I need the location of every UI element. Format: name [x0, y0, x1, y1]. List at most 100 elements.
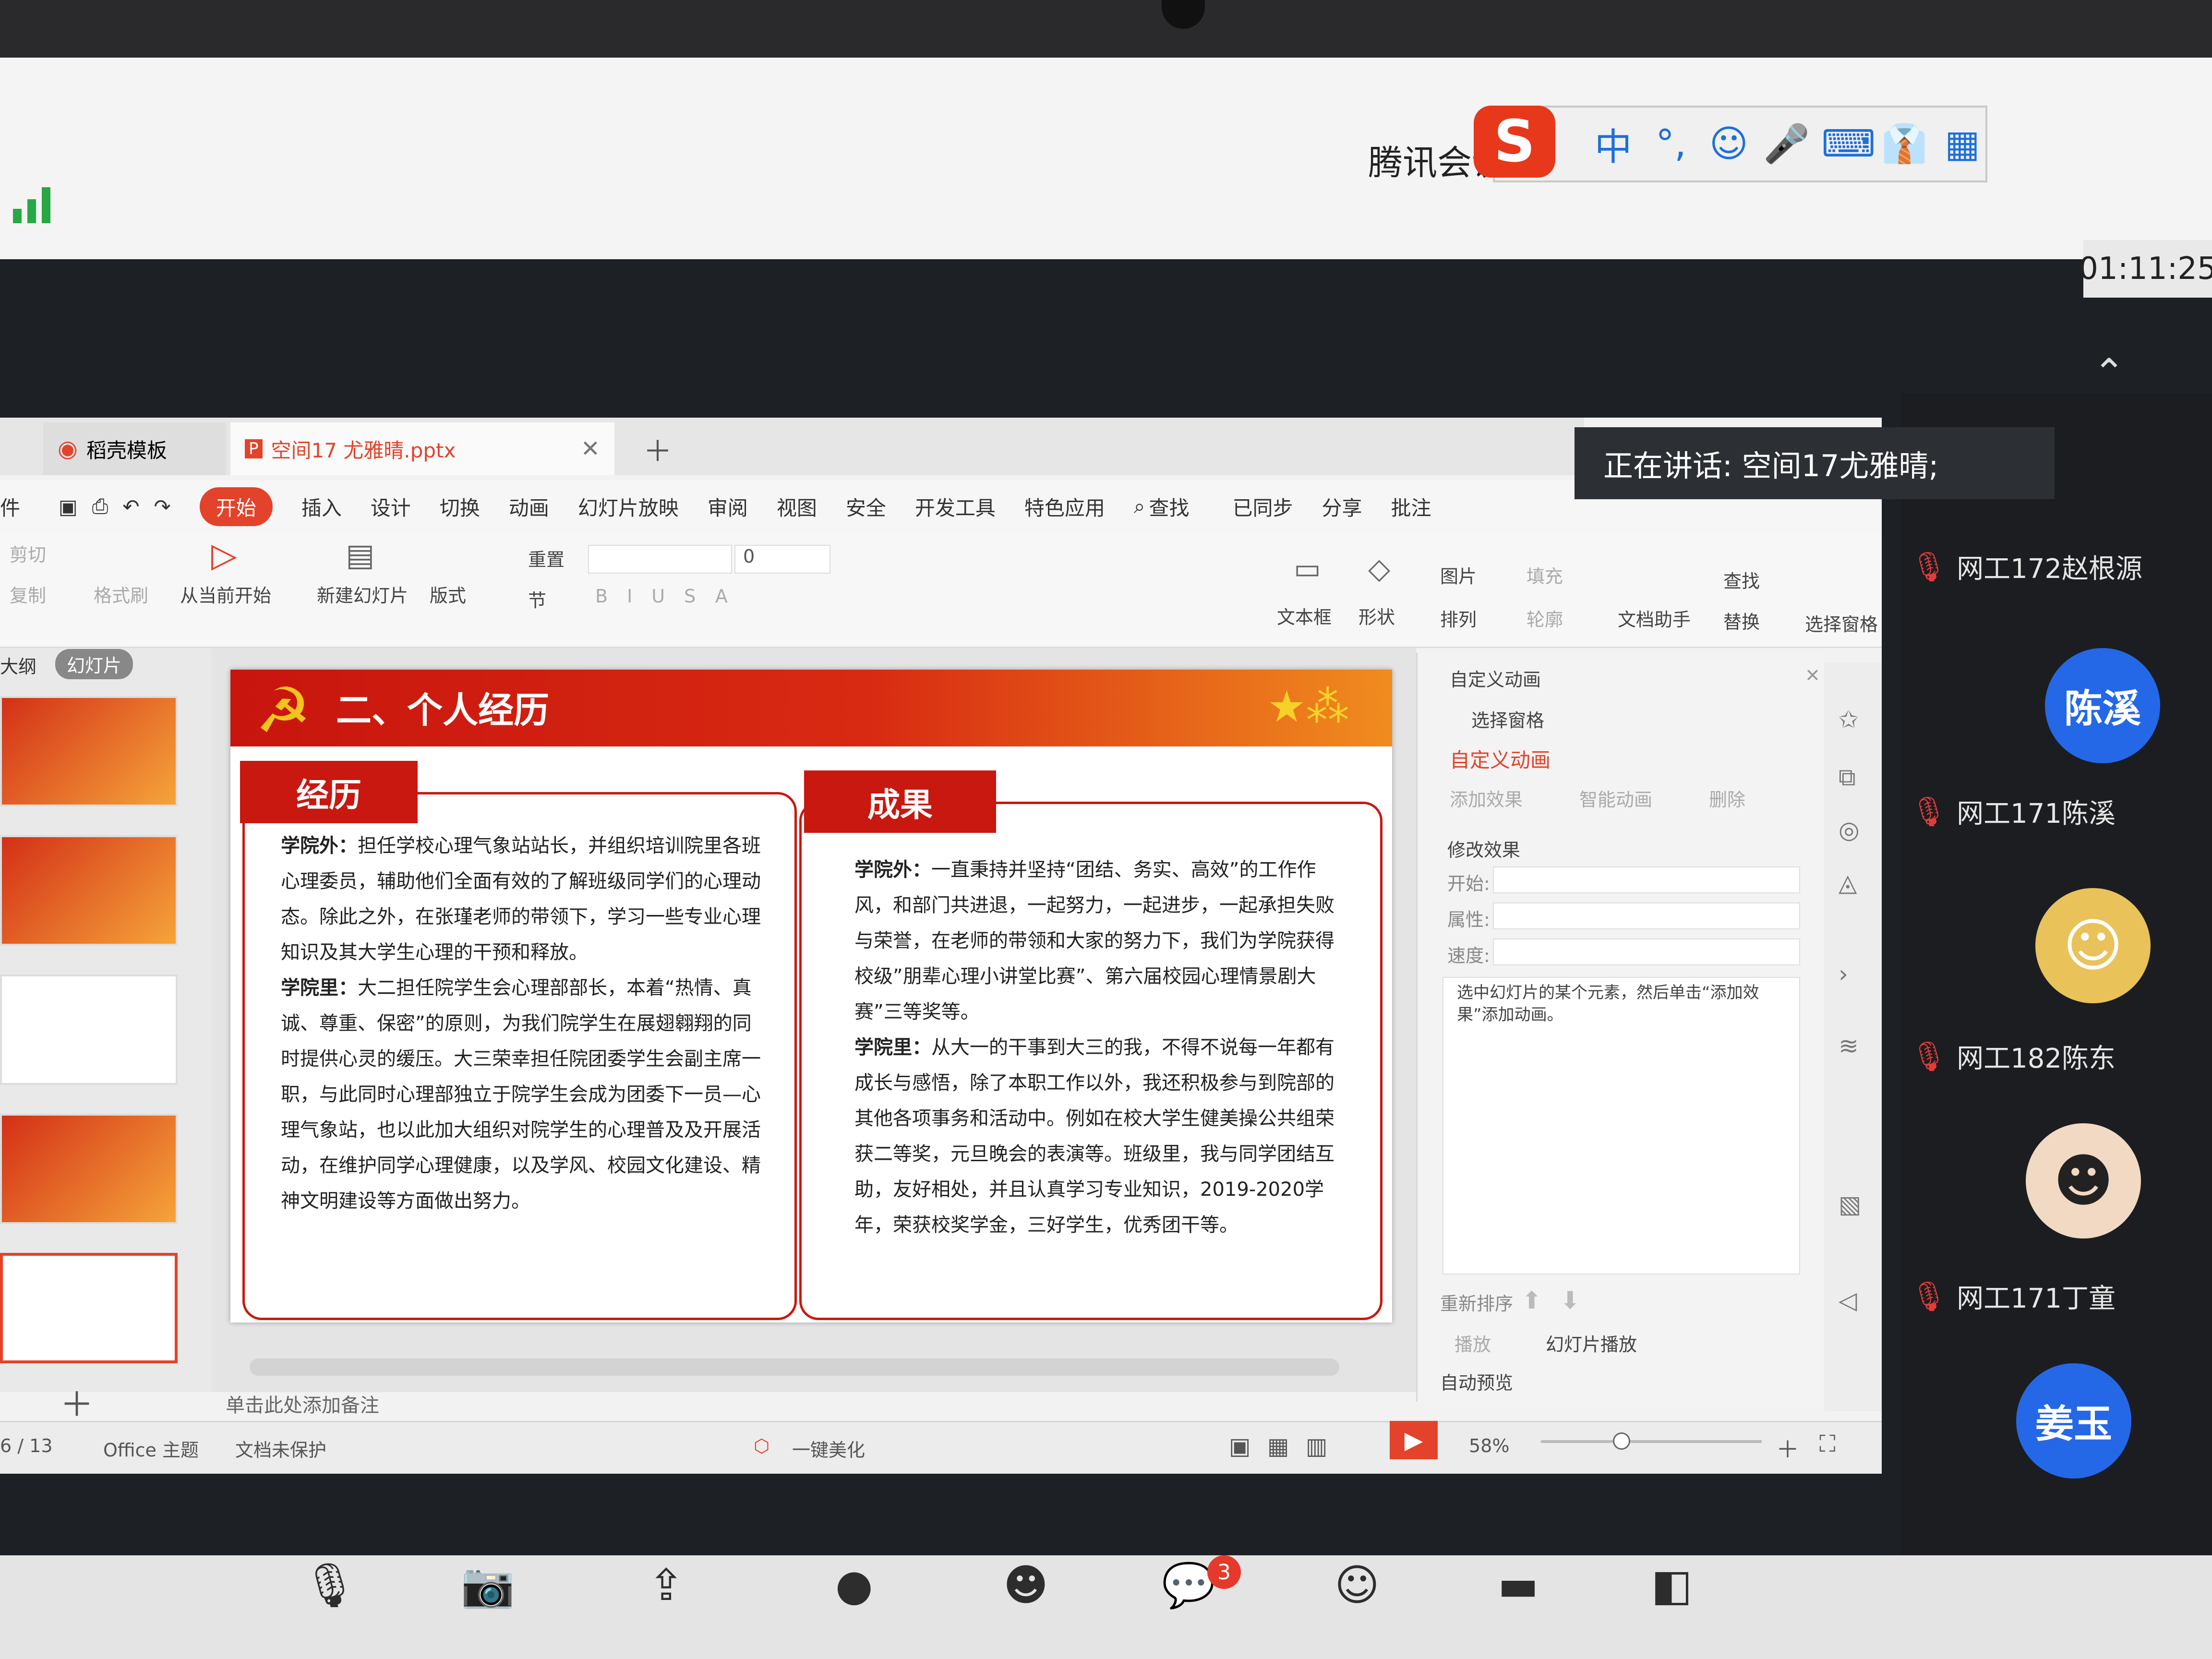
undo-icon[interactable]: ↶ — [122, 495, 139, 518]
settings-tool-icon[interactable]: ≋ — [1839, 1032, 1859, 1060]
tab-developer[interactable]: 开发工具 — [915, 492, 996, 521]
anim-pane-header[interactable]: 自定义动画 — [1450, 665, 1541, 691]
achievement-text[interactable]: 学院外：一直秉持并坚持“团结、务实、高效”的工作作风，和部门共进退，一起努力，一… — [854, 852, 1349, 1243]
slide-thumbnail[interactable] — [0, 1114, 178, 1224]
slide-thumbnail[interactable] — [0, 835, 178, 946]
doc-assistant-button[interactable]: 文档助手 — [1618, 605, 1691, 631]
image-tool-icon[interactable]: ▧ — [1839, 1190, 1861, 1218]
experience-text[interactable]: 学院外：担任学校心理气象站站长，并组织培训院里各班心理委员，辅助他们全面有效的了… — [281, 828, 761, 1219]
audio-tool-icon[interactable]: ◁ — [1839, 1286, 1857, 1314]
ime-chinese-mode[interactable]: 中 — [1590, 117, 1636, 171]
notes-placeholder[interactable]: 单击此处添加备注 — [226, 1390, 379, 1418]
participant-avatar-image[interactable]: ☻ — [2026, 1123, 2141, 1238]
delete-animation-button[interactable]: 删除 — [1709, 785, 1745, 811]
tab-slideshow[interactable]: 幻灯片放映 — [578, 492, 679, 521]
tab-insert[interactable]: 插入 — [301, 492, 342, 521]
participants-icon[interactable]: ☻ — [1003, 1560, 1048, 1611]
font-name-select[interactable] — [588, 545, 732, 574]
auto-preview-checkbox[interactable]: 自动预览 — [1440, 1368, 1513, 1395]
shape-button[interactable]: 形状 — [1358, 602, 1395, 629]
view-layout-icon[interactable]: ◧ — [1651, 1560, 1692, 1611]
ime-punctuation-icon[interactable]: °, — [1648, 122, 1694, 166]
participant-avatar[interactable]: 陈溪 — [2045, 648, 2160, 763]
arrange-button[interactable]: 排列 — [1440, 605, 1477, 631]
zoom-level[interactable]: 58% — [1469, 1435, 1509, 1456]
participant-item[interactable]: 🎙 网工171丁童 — [1911, 1277, 2116, 1316]
horizontal-scrollbar[interactable] — [250, 1358, 1339, 1376]
animation-tool-icon[interactable]: ✩ — [1839, 706, 1859, 733]
font-size-select[interactable]: 0 — [734, 545, 830, 574]
from-current-slide-button[interactable]: 从当前开始 — [180, 581, 271, 607]
textbox-button[interactable]: 文本框 — [1277, 602, 1332, 629]
fill-tool-icon[interactable]: ◬ — [1839, 869, 1857, 897]
ime-keyboard-icon[interactable]: ⌨ — [1822, 122, 1876, 166]
move-down-icon[interactable]: ⬇ — [1560, 1286, 1580, 1314]
fill-button[interactable]: 填充 — [1527, 562, 1563, 588]
tab-docer-templates[interactable]: ◉ 稻壳模板 — [43, 422, 226, 475]
redo-icon[interactable]: ↷ — [154, 495, 171, 518]
move-up-icon[interactable]: ⬆ — [1522, 1286, 1542, 1314]
add-effect-button[interactable]: 添加效果 — [1450, 785, 1523, 811]
slide-title[interactable]: 二、个人经历 — [336, 682, 549, 733]
microphone-icon[interactable]: 🎙 — [302, 1560, 357, 1611]
tab-security[interactable]: 安全 — [846, 492, 886, 521]
share-button[interactable]: 分享 — [1322, 492, 1362, 521]
menu-search[interactable]: 查找 — [1149, 492, 1189, 521]
outline-tab[interactable]: 大纲 — [0, 652, 36, 678]
comment-button[interactable]: 批注 — [1391, 492, 1431, 521]
achievement-label[interactable]: 成果 — [804, 770, 996, 833]
fit-window-icon[interactable]: ⛶ — [1819, 1431, 1836, 1458]
tab-home[interactable]: 开始 — [199, 487, 273, 526]
sogou-logo-icon[interactable]: S — [1474, 106, 1555, 178]
tab-transition[interactable]: 切换 — [440, 492, 480, 521]
menu-file[interactable]: 件 — [0, 492, 20, 521]
close-tab-icon[interactable]: ✕ — [581, 435, 600, 462]
find-button[interactable]: 查找 — [1723, 566, 1760, 593]
participant-item[interactable]: 🎙 网工182陈东 — [1911, 1037, 2116, 1076]
record-icon[interactable]: ▬ — [1498, 1560, 1539, 1611]
print-icon[interactable]: ⎙ — [92, 494, 108, 518]
experience-label[interactable]: 经历 — [240, 761, 418, 823]
new-tab-plus-icon[interactable]: ＋ — [629, 422, 686, 475]
play-animation-button[interactable]: 播放 — [1455, 1330, 1491, 1356]
ime-toolbar[interactable]: 中 °, ☺ 🎤 ⌨ 👔 ▦ — [1493, 106, 1987, 182]
participant-avatar-image[interactable]: ☺ — [2035, 888, 2151, 1003]
start-select[interactable] — [1493, 866, 1800, 893]
ime-toolbox-icon[interactable]: ▦ — [1939, 122, 1985, 166]
copy-tool-icon[interactable]: ⧉ — [1839, 763, 1856, 792]
slideshow-play-button[interactable]: 幻灯片播放 — [1546, 1330, 1637, 1356]
zoom-slider-handle[interactable] — [1613, 1432, 1630, 1450]
copy-button[interactable]: 复制 — [10, 581, 46, 607]
slide-sorter-icon[interactable]: ▦ — [1267, 1433, 1289, 1460]
outline-button[interactable]: 轮廓 — [1527, 605, 1563, 631]
slides-tab[interactable]: 幻灯片 — [55, 649, 133, 679]
chevron-up-icon[interactable]: ⌃ — [2093, 350, 2125, 395]
format-painter-button[interactable]: 格式刷 — [94, 581, 148, 607]
participant-avatar[interactable]: 姜玉 — [2016, 1363, 2131, 1479]
slideshow-play-icon[interactable]: ▶ — [1390, 1421, 1438, 1459]
tab-pptx-file[interactable]: P 空间17 尤雅晴.pptx ✕ — [230, 422, 614, 475]
close-pane-icon[interactable]: ✕ — [1805, 665, 1820, 686]
participant-item[interactable]: 🎙 网工171陈溪 — [1911, 792, 2116, 831]
picture-button[interactable]: 图片 — [1440, 562, 1477, 588]
ime-emoji-icon[interactable]: ☺ — [1706, 122, 1752, 166]
save-icon[interactable]: ▣ — [59, 495, 78, 518]
layout-button[interactable]: 版式 — [430, 581, 466, 607]
tab-special[interactable]: 特色应用 — [1024, 492, 1105, 521]
expand-pane-chevron-icon[interactable]: › — [1839, 960, 1848, 988]
camera-off-icon[interactable]: 📷 — [461, 1560, 515, 1611]
shape-tool-icon[interactable]: ◎ — [1839, 816, 1860, 844]
replace-button[interactable]: 替换 — [1723, 607, 1760, 634]
speed-select[interactable] — [1493, 938, 1800, 965]
search-icon[interactable]: ⌕ — [1134, 494, 1145, 518]
select-pane-button[interactable]: 选择窗格 — [1805, 610, 1878, 636]
zoom-slider[interactable] — [1541, 1440, 1762, 1443]
property-select[interactable] — [1493, 902, 1800, 929]
select-pane-link[interactable]: 选择窗格 — [1471, 706, 1544, 732]
font-style-buttons[interactable]: BIUSA — [595, 586, 747, 607]
tab-animation[interactable]: 动画 — [509, 492, 549, 521]
participant-item[interactable]: 🎙 网工172赵根源 — [1911, 547, 2142, 586]
tab-view[interactable]: 视图 — [777, 492, 817, 521]
reset-button[interactable]: 重置 — [528, 545, 565, 571]
ime-voice-icon[interactable]: 🎤 — [1763, 122, 1810, 166]
